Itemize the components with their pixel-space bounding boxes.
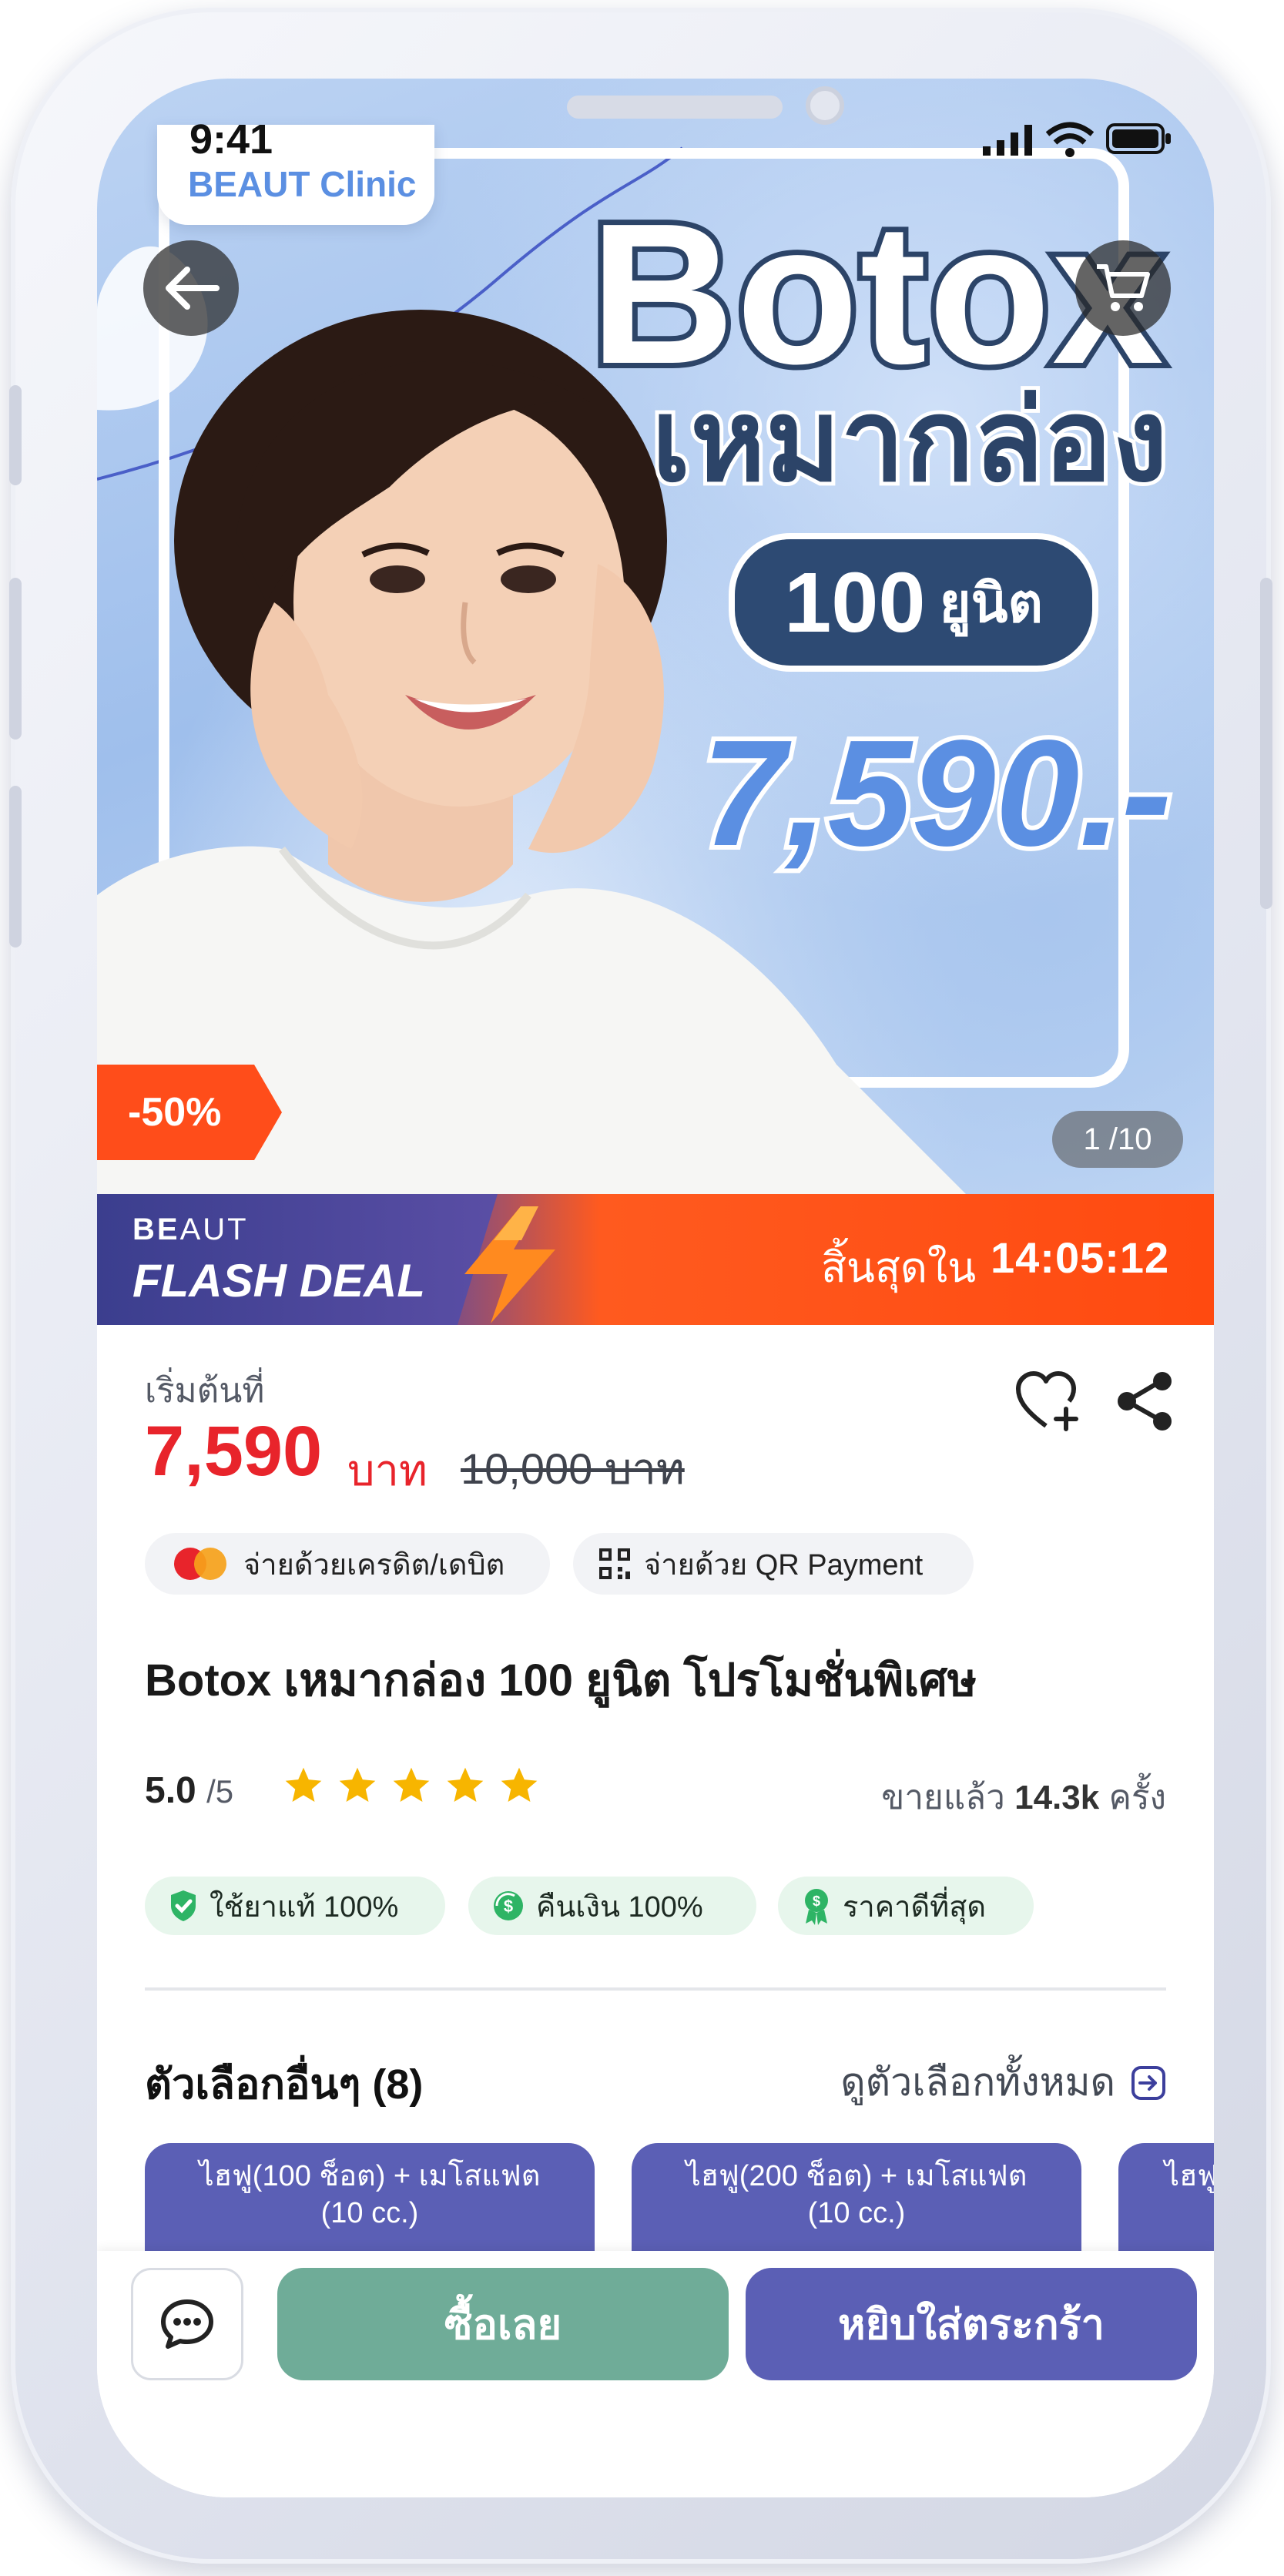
flash-deal-countdown: 14:05:12 <box>991 1233 1170 1282</box>
qr-payment-label: จ่ายด้วย QR Payment <box>644 1548 924 1581</box>
back-button[interactable] <box>143 240 239 336</box>
star-icon <box>393 1767 430 1802</box>
discount-tag: -50% <box>97 1065 282 1160</box>
heart-add-icon <box>1016 1371 1078 1431</box>
hero-subtitle: เหมากล่อง <box>648 374 1172 508</box>
flash-deal-brand: BEAUT <box>132 1213 249 1247</box>
qr-payment-chip[interactable]: จ่ายด้วย QR Payment <box>573 1533 974 1595</box>
add-to-cart-button[interactable]: หยิบใส่ตระกร้า <box>746 2268 1197 2380</box>
starting-price-label: เริ่มต้นที่ <box>145 1372 265 1410</box>
phone-side-button <box>1260 578 1272 909</box>
sold-label: ขายแล้ว <box>881 1779 1005 1816</box>
svg-text:$: $ <box>813 1893 820 1909</box>
flash-brand-rest: AUT <box>179 1213 249 1246</box>
original-price: 10,000 บาท <box>461 1444 685 1493</box>
star-icon <box>501 1767 538 1802</box>
status-time: 9:41 <box>189 116 273 163</box>
rating-stars <box>282 1764 541 1807</box>
option-card-line2: (10 cc.) <box>320 2196 419 2229</box>
option-card-line1: ไฮฟู(200 ช็อต) + เมโสแฟต <box>686 2160 1028 2192</box>
arrow-left-icon <box>166 267 220 310</box>
money-back-icon: $ <box>494 1891 523 1920</box>
hero-title: Botox <box>585 183 1169 406</box>
svg-text:$: $ <box>504 1897 513 1916</box>
current-price-currency: บาท <box>347 1446 427 1494</box>
sold-unit: ครั้ง <box>1108 1779 1166 1816</box>
rating-max: /5 <box>206 1773 234 1810</box>
star-icon <box>339 1767 376 1802</box>
rating-value: 5.0 <box>145 1770 196 1811</box>
wishlist-button[interactable] <box>1014 1367 1083 1436</box>
option-card-line2: (10 cc.) <box>807 2196 906 2229</box>
badge-label: คืนเงิน 100% <box>536 1890 703 1924</box>
image-pager: 1 /10 <box>1052 1111 1183 1168</box>
lightning-bolt-icon <box>464 1206 555 1323</box>
star-icon <box>285 1767 322 1802</box>
flash-deal-banner: BEAUT FLASH DEAL สิ้นสุดใน 14:05:12 <box>97 1194 1214 1325</box>
share-button[interactable] <box>1111 1367 1180 1436</box>
best-price-icon: $ <box>805 1889 828 1925</box>
star-icon <box>447 1767 484 1802</box>
wifi-icon <box>1046 122 1094 157</box>
flash-brand-bold: BE <box>132 1213 180 1246</box>
cart-button[interactable] <box>1075 240 1171 336</box>
current-price: 7,590 <box>145 1412 323 1491</box>
option-card-line1: ไฮฟู(100 ช็อต) + เมโสแฟต <box>199 2160 541 2192</box>
other-options-title: ตัวเลือกอื่นๆ (8) <box>145 2061 424 2108</box>
status-bar: 9:41 <box>97 79 1214 194</box>
view-all-options-link[interactable]: ดูตัวเลือกทั้งหมด <box>840 2052 1166 2113</box>
chat-bubble-icon <box>161 2299 213 2349</box>
phone-frame: BEAUT Clinic Botox เหมากล่อง 100 ยูนิต 7… <box>9 8 1272 2564</box>
card-payment-chip[interactable]: จ่ายด้วยเครดิต/เดบิต <box>145 1533 550 1595</box>
flash-deal-ends-label: สิ้นสุดใน <box>821 1245 977 1291</box>
option-card-line1: ไฮฟู <box>1165 2160 1214 2192</box>
rating-summary: 5.0 /5 <box>145 1769 233 1812</box>
phone-side-button <box>9 578 22 740</box>
best-price-badge: $ ราคาดีที่สุด <box>778 1877 1034 1935</box>
product-image-carousel[interactable]: BEAUT Clinic Botox เหมากล่อง 100 ยูนิต 7… <box>97 79 1214 1194</box>
hero-units-number: 100 <box>784 555 926 650</box>
signal-icon <box>983 125 1032 156</box>
app-screen: BEAUT Clinic Botox เหมากล่อง 100 ยูนิต 7… <box>97 79 1214 2497</box>
phone-side-button <box>9 385 22 485</box>
buy-now-button[interactable]: ซื้อเลย <box>277 2268 729 2380</box>
shield-check-icon <box>171 1890 196 1921</box>
bottom-action-bar: ซื้อเลย หยิบใส่ตระกร้า <box>97 2251 1214 2497</box>
mastercard-icon <box>174 1548 226 1580</box>
genuine-drug-badge: ใช้ยาแท้ 100% <box>145 1877 445 1935</box>
section-divider <box>145 1987 1166 1991</box>
battery-icon <box>1106 123 1171 154</box>
view-all-label: ดูตัวเลือกทั้งหมด <box>840 2061 1115 2104</box>
share-icon <box>1118 1372 1172 1431</box>
cart-icon <box>1097 264 1150 311</box>
hero-promo-price: 7,590.- <box>697 709 1176 877</box>
chat-button[interactable] <box>131 2268 243 2380</box>
speaker-grille <box>567 96 783 119</box>
badge-label: ราคาดีที่สุด <box>843 1890 987 1924</box>
card-payment-label: จ่ายด้วยเครดิต/เดบิต <box>243 1548 505 1581</box>
hero-units-pill: 100 ยูนิต <box>729 533 1098 672</box>
badge-label: ใช้ยาแท้ 100% <box>210 1890 399 1924</box>
product-title: Botox เหมากล่อง 100 ยูนิต โปรโมชั่นพิเศษ <box>145 1655 977 1706</box>
sold-number: 14.3k <box>1014 1779 1100 1816</box>
phone-side-button <box>9 786 22 948</box>
money-back-badge: $ คืนเงิน 100% <box>468 1877 756 1935</box>
hero-units-label: ยูนิต <box>939 572 1043 633</box>
flash-deal-title: FLASH DEAL <box>132 1255 425 1306</box>
front-camera <box>806 86 844 125</box>
arrow-right-box-icon <box>1131 2065 1165 2100</box>
sold-count: ขายแล้ว 14.3k ครั้ง <box>881 1770 1166 1824</box>
qr-code-icon <box>599 1548 630 1579</box>
